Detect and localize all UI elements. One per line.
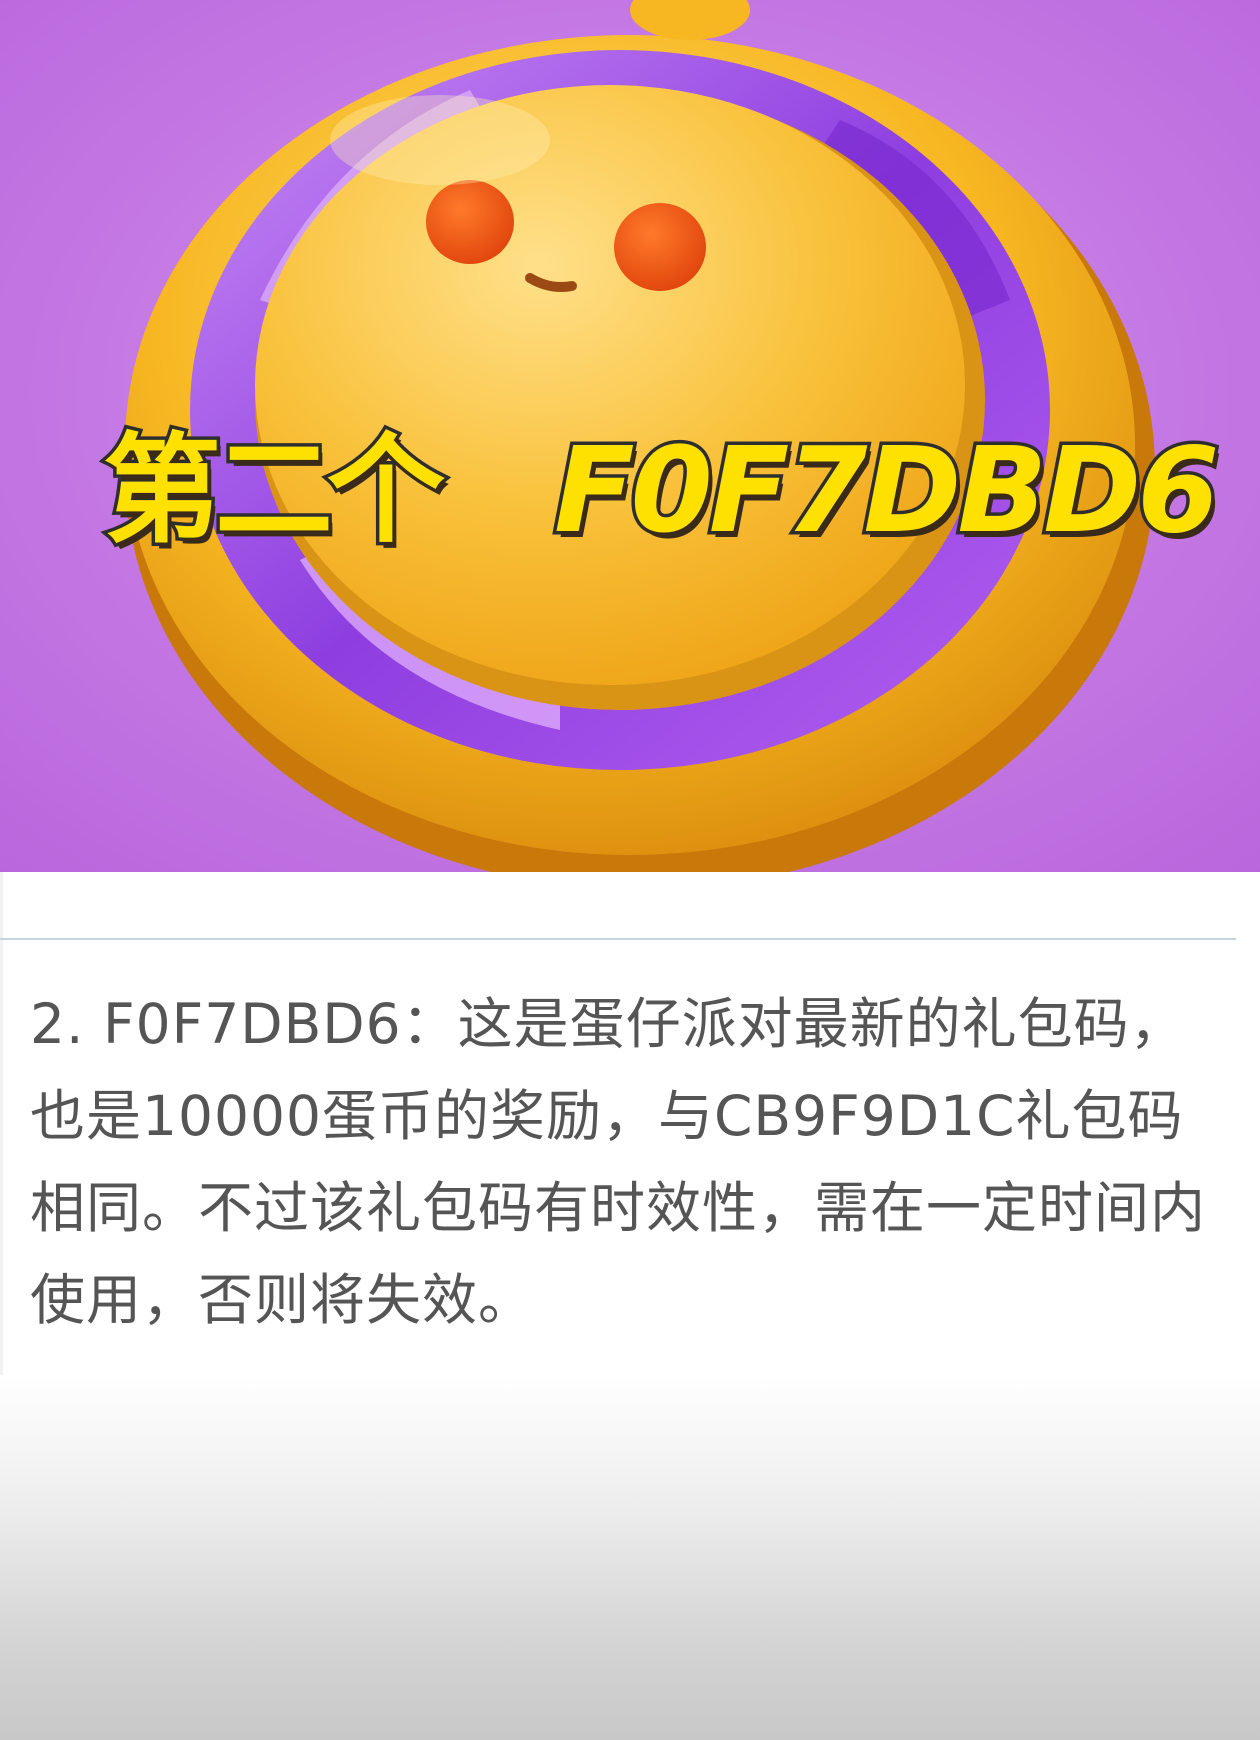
page: 第二个 F0F7DBD6 2. F0F7DBD6：这是蛋仔派对最新的礼包码，也是… bbox=[0, 0, 1260, 1740]
bottom-fade bbox=[0, 1375, 1260, 1740]
content-left-edge bbox=[0, 872, 3, 1377]
banner-overlay-text: 第二个 F0F7DBD6 bbox=[0, 418, 1260, 563]
banner-image: 第二个 F0F7DBD6 bbox=[0, 0, 1260, 872]
overlay-label: 第二个 bbox=[99, 418, 448, 563]
divider bbox=[0, 938, 1236, 940]
overlay-gift-code: F0F7DBD6 bbox=[550, 418, 1222, 563]
article-paragraph: 2. F0F7DBD6：这是蛋仔派对最新的礼包码，也是10000蛋币的奖励，与C… bbox=[30, 992, 1207, 1332]
